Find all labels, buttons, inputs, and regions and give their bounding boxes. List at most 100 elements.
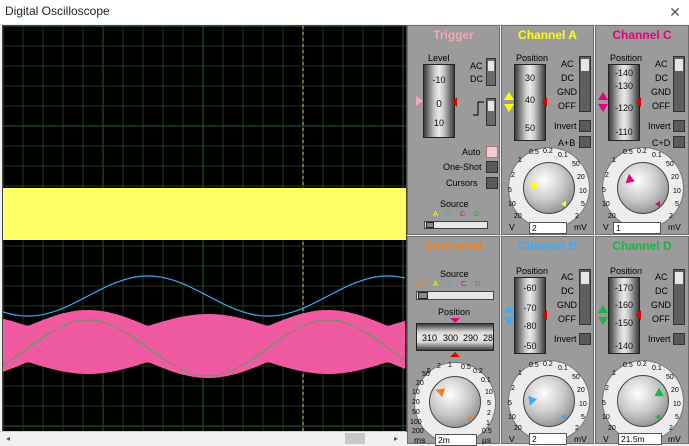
- channel-c-coupling-switch[interactable]: [673, 56, 685, 112]
- scroll-thumb[interactable]: [345, 433, 365, 444]
- cursors-button[interactable]: [486, 177, 498, 189]
- slider-thumb[interactable]: [418, 292, 428, 299]
- d-tick: -170: [614, 283, 633, 293]
- trigger-ac-label: AC: [470, 61, 483, 71]
- c-tick: -120: [614, 103, 633, 113]
- auto-button[interactable]: [486, 146, 498, 158]
- channel-b-coupling-switch[interactable]: [579, 269, 591, 325]
- dial-label: 20: [608, 425, 616, 432]
- channel-a-volts-knob[interactable]: [523, 162, 575, 214]
- channel-d-value-field[interactable]: 21.5m: [618, 433, 662, 445]
- c-plus-d-label: C+D: [652, 138, 671, 148]
- dial-label: 100: [410, 419, 422, 426]
- h-source-b[interactable]: B: [447, 279, 452, 288]
- dial-label: 2: [575, 213, 579, 220]
- d-invert-label: Invert: [648, 334, 671, 344]
- channel-d-invert-button[interactable]: [673, 333, 685, 345]
- dial-label: 0.5: [529, 362, 539, 369]
- trigger-tick: 10: [433, 118, 444, 128]
- channel-b-title: Channel B: [517, 239, 578, 253]
- scroll-left-icon[interactable]: ◂: [2, 432, 14, 445]
- dial-label: 10: [579, 188, 587, 195]
- one-shot-button[interactable]: [486, 161, 498, 173]
- close-icon[interactable]: ✕: [666, 3, 684, 21]
- channel-d-title: Channel D: [612, 239, 672, 253]
- trigger-panel: Trigger Level -10 0 10 AC DC Auto One-Sh…: [407, 25, 500, 235]
- c-off: OFF: [652, 101, 670, 111]
- auto-label: Auto: [462, 147, 481, 157]
- channel-d-position-arrows-icon: [598, 305, 608, 325]
- channel-c-volts-knob[interactable]: [617, 162, 669, 214]
- dial-label: 1: [486, 420, 490, 427]
- trigger-source-slider[interactable]: [424, 221, 488, 229]
- h-source-a[interactable]: A: [433, 279, 438, 288]
- horizontal-source-slider[interactable]: [416, 291, 494, 300]
- horizontal-scrollbar[interactable]: ◂ ▸: [0, 431, 406, 445]
- scope-display: [2, 25, 406, 431]
- trigger-edge-switch[interactable]: [486, 98, 496, 126]
- channel-a-coupling-switch[interactable]: [579, 56, 591, 112]
- channel-c-position-arrows-icon: [598, 92, 608, 112]
- channel-c-invert-button[interactable]: [673, 120, 685, 132]
- source-c[interactable]: C: [460, 209, 465, 218]
- source-b[interactable]: B: [446, 209, 451, 218]
- channel-c-plus-d-button[interactable]: [673, 136, 685, 148]
- channel-a-title: Channel A: [518, 28, 577, 42]
- channel-d-volts-knob[interactable]: [617, 375, 669, 427]
- dial-label: 5: [427, 368, 431, 375]
- c-unit-mv: mV: [668, 222, 681, 232]
- h-tick: 28: [483, 333, 494, 343]
- knob-pointer-icon: [652, 387, 664, 401]
- b-tick: -70: [523, 303, 537, 313]
- source-d[interactable]: D: [474, 209, 479, 218]
- dial-label: 1: [612, 370, 616, 377]
- channel-c-value-field[interactable]: 1: [613, 222, 661, 234]
- slider-thumb[interactable]: [426, 222, 434, 228]
- trigger-level-knob[interactable]: -10 0 10: [423, 64, 455, 138]
- d-tick: -140: [614, 341, 633, 351]
- a-dc: DC: [561, 73, 574, 83]
- c-tick: -130: [614, 81, 633, 91]
- a-off: OFF: [558, 101, 576, 111]
- channel-a-invert-button[interactable]: [579, 120, 591, 132]
- trigger-dc-label: DC: [470, 74, 483, 84]
- dial-label: 0.5: [623, 149, 633, 156]
- dial-label: 5: [508, 187, 512, 194]
- dial-label: 5: [581, 414, 585, 421]
- dial-label: 20: [514, 213, 522, 220]
- channel-b-value-field[interactable]: 2: [529, 433, 567, 445]
- channel-c-position-label: Position: [610, 53, 643, 63]
- horizontal-position-knob[interactable]: 310 300 290 28: [416, 323, 494, 351]
- channel-a-plus-b-button[interactable]: [579, 136, 591, 148]
- channel-d-position-label: Position: [610, 266, 643, 276]
- cursors-label: Cursors: [446, 178, 478, 188]
- source-a[interactable]: A: [433, 209, 438, 218]
- channel-b-volts-knob[interactable]: [523, 375, 575, 427]
- scope-screen[interactable]: [2, 25, 407, 432]
- window-title: Digital Oscilloscope: [5, 4, 110, 18]
- b-tick: -80: [523, 321, 537, 331]
- horizontal-timebase-knob[interactable]: [429, 376, 481, 428]
- channel-b-invert-button[interactable]: [579, 333, 591, 345]
- channel-a-pointer-icon: [542, 97, 547, 107]
- h-source-d[interactable]: D: [475, 279, 480, 288]
- dial-label: 50: [666, 161, 674, 168]
- knob-pointer-icon: [528, 178, 541, 192]
- channel-b-pointer-icon: [542, 310, 547, 320]
- scroll-right-icon[interactable]: ▸: [390, 432, 402, 445]
- dial-label: 200: [412, 428, 424, 435]
- dial-label: 2: [511, 172, 515, 179]
- h-source-c[interactable]: C: [461, 279, 466, 288]
- b-off: OFF: [558, 314, 576, 324]
- b-gnd: GND: [557, 300, 577, 310]
- channel-a-value-field[interactable]: 2: [529, 222, 567, 234]
- horizontal-panel: Horizontal Source A B C D Position 310 3…: [407, 236, 500, 446]
- trigger-coupling-switch[interactable]: [486, 58, 496, 86]
- dial-label: 20: [577, 174, 585, 181]
- channel-d-coupling-switch[interactable]: [673, 269, 685, 325]
- dial-label: 0.2: [543, 361, 553, 368]
- knob-mark-icon: [561, 201, 566, 207]
- c-gnd: GND: [651, 87, 671, 97]
- horizontal-value-field[interactable]: 2m: [435, 434, 477, 446]
- dial-label: 50: [572, 374, 580, 381]
